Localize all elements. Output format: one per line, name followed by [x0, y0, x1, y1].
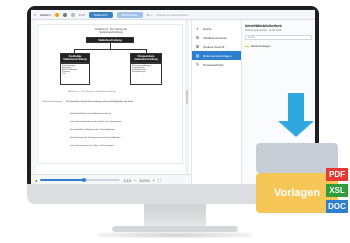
template-icon: ▤	[195, 53, 200, 58]
box-right-items: Planungsstellungen Organisation Qualifik…	[130, 63, 162, 85]
folder-item[interactable]: ▸▬ Mustervorlagen	[245, 44, 312, 48]
page-label: 1/15	[123, 177, 131, 183]
top-toolbar: ≡ Stellforn 1/14 Stelleninfo Bibliotheke…	[31, 10, 315, 20]
bullet-2: eine sichere Einordnung der Stellen im O…	[70, 121, 122, 123]
document-scrollbar[interactable]	[185, 20, 189, 174]
download-arrow-icon	[288, 93, 304, 123]
monitor-shadow	[98, 232, 252, 238]
box-right-title: Übergeordnete Stellenbeschreibung	[130, 53, 162, 63]
lead-text: Die Einheitliche Stellenbeschreibung umf…	[66, 101, 134, 103]
scroll-thumb[interactable]	[186, 90, 188, 104]
nav-item-inhaltsverzeichnis[interactable]: ☰ Inhaltsverzeichnis	[192, 33, 241, 42]
left-gutter	[31, 20, 36, 174]
nav-item-struktur[interactable]: ⊞ Struktur-Ansicht	[192, 42, 241, 51]
doc-heading: Abbildung 1: Die Teilung der Stellenbesc…	[94, 28, 128, 34]
app-title: Stellforn	[39, 12, 51, 17]
snippet-icon: ✎	[195, 62, 200, 67]
zoom-label: 100%	[139, 177, 150, 183]
doc-badge: DOC	[326, 200, 348, 213]
view-menu[interactable]: ≡ —	[147, 13, 153, 17]
panel-subtitle: Zuletzt gespeichert: 12.03.2024	[245, 29, 282, 32]
search-field[interactable]: Dokument durchsuchen	[157, 13, 189, 17]
zoom-in-icon[interactable]: +	[152, 178, 154, 183]
zoom-out-icon[interactable]: −	[134, 178, 136, 183]
nav-item-suche[interactable]: ⌕ Suche	[192, 24, 241, 33]
search-icon: ⌕	[196, 26, 199, 31]
fullscreen-icon[interactable]: ⛶	[158, 178, 161, 183]
figure-caption: Abbildung 1: Die Teilung der Stellenbesc…	[68, 91, 116, 93]
toc-icon: ☰	[195, 35, 200, 40]
bibliotheken-button[interactable]: Bibliotheken	[116, 11, 143, 18]
box-left-items: Zielsetzungen Aufgaben Entscheidungen Pl…	[60, 63, 90, 85]
download-arrowhead	[278, 121, 314, 137]
nav-item-dokumentenvorlagen[interactable]: ▤ Dokumentenvorlagen	[192, 51, 241, 60]
folder-icon: ▸▬	[245, 44, 250, 48]
lead-label: Stellenbeschreibung	[42, 101, 62, 103]
page-counter: 1/14	[78, 12, 85, 17]
bullet-5: eine Vereinbarung von Zielen und Leistun…	[70, 145, 115, 147]
page-slider[interactable]	[40, 178, 121, 182]
structure-icon: ⊞	[195, 44, 200, 49]
box-left-title: Zuständige Stellenbeschreibung	[60, 53, 90, 63]
nav-item-textausschnitte[interactable]: ✎ Textausschnitte	[192, 60, 241, 69]
panel-title: Identitätsbibliothek	[245, 23, 282, 28]
menu-icon[interactable]: ≡	[34, 13, 36, 17]
stelleninfo-button[interactable]: Stelleninfo	[88, 11, 113, 18]
document-page: Abbildung 1: Die Teilung der Stellenbesc…	[37, 24, 183, 164]
prev-page-icon[interactable]: ◂	[35, 178, 37, 183]
bookmark-icon[interactable]	[70, 12, 75, 17]
settings-icon[interactable]	[62, 12, 67, 17]
bullet-3: die verbindliche Regelung der Zuständigk…	[70, 129, 115, 131]
monitor-stand	[144, 204, 206, 228]
bullet-4: die Förderung der Transparenz und Verstä…	[70, 137, 121, 139]
side-navigation: ⌕ Suche ☰ Inhaltsverzeichnis ⊞ Struktur-Ans…	[191, 20, 241, 185]
templates-illustration: Vorlagen	[246, 93, 338, 233]
bullet-1: die Einheitlichkeit der Stellenbeschreib…	[70, 113, 112, 115]
xsl-badge: XSL	[326, 184, 348, 197]
warning-icon[interactable]	[54, 12, 59, 17]
pdf-badge: PDF	[326, 168, 348, 181]
panel-search-input[interactable]: Suche	[245, 35, 312, 40]
